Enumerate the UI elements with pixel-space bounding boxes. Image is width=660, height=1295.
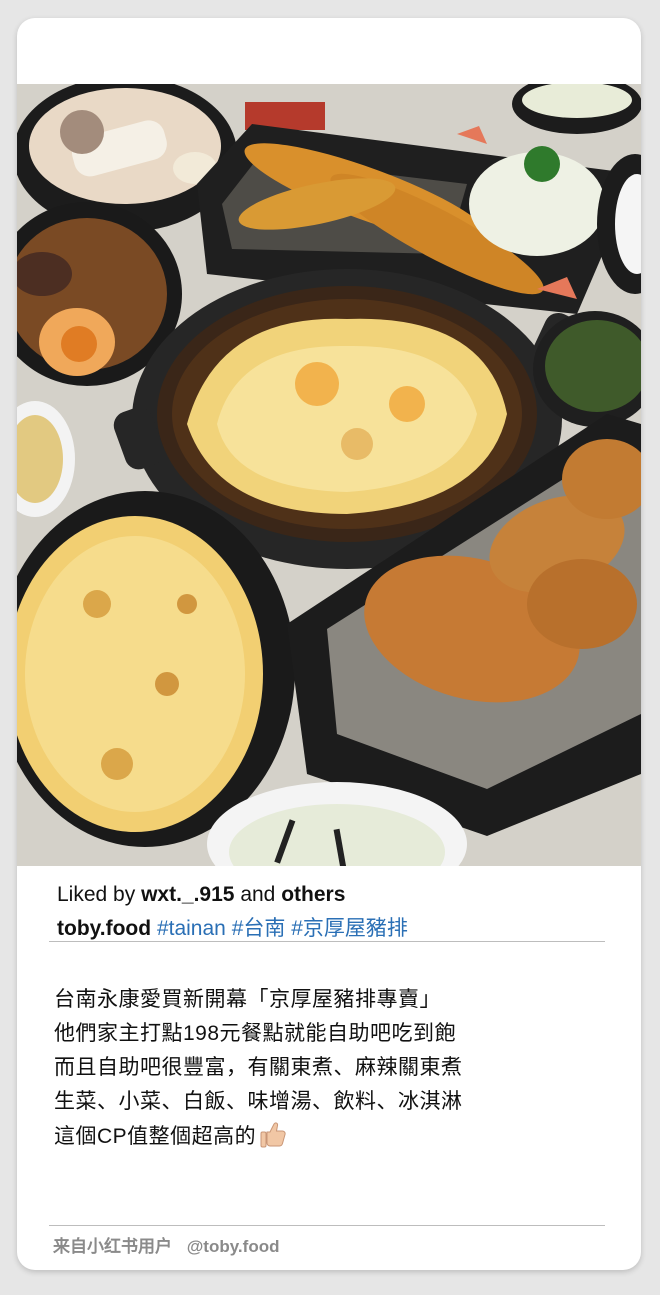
liked-prefix: Liked by	[57, 883, 136, 906]
body-line: 生菜、小菜、白飯、味增湯、飲料、冰淇淋	[54, 1090, 463, 1113]
divider-bottom	[49, 1225, 605, 1226]
source-label: 来自小红书用户	[53, 1237, 172, 1256]
caption-line: toby.food #tainan #台南 #京厚屋豬排	[57, 914, 617, 944]
post-meta: Liked by wxt._.915 and others toby.food …	[57, 880, 617, 944]
body-line-last: 這個CP值整個超高的	[54, 1119, 614, 1154]
liked-others-link[interactable]: others	[281, 883, 345, 906]
post-photo[interactable]	[17, 84, 641, 866]
username-link[interactable]: toby.food	[57, 917, 151, 940]
body-line-text: 這個CP值整個超高的	[54, 1125, 257, 1148]
hashtag-tainan[interactable]: #tainan	[157, 917, 226, 940]
divider-top	[49, 941, 605, 942]
body-line: 他們家主打點198元餐點就能自助吧吃到飽	[54, 1022, 457, 1045]
post-body: 台南永康愛買新開幕「京厚屋豬排專賣」 他們家主打點198元餐點就能自助吧吃到飽 …	[54, 983, 614, 1154]
hashtag-restaurant[interactable]: #京厚屋豬排	[291, 917, 408, 940]
liked-user-link[interactable]: wxt._.915	[141, 883, 234, 906]
source-footer: 来自小红书用户 @toby.food	[53, 1234, 279, 1260]
liked-and: and	[240, 883, 276, 906]
food-photo-illustration	[17, 84, 641, 866]
source-handle[interactable]: @toby.food	[187, 1237, 280, 1256]
body-line: 而且自助吧很豐富，有關東煮、麻辣關東煮	[54, 1056, 463, 1079]
post-card: Liked by wxt._.915 and others toby.food …	[17, 18, 641, 1270]
hashtag-tainan-zh[interactable]: #台南	[232, 917, 286, 940]
body-line: 台南永康愛買新開幕「京厚屋豬排專賣」	[54, 988, 441, 1011]
likes-summary[interactable]: Liked by wxt._.915 and others	[57, 880, 617, 910]
thumbs-up-icon	[260, 1122, 286, 1148]
